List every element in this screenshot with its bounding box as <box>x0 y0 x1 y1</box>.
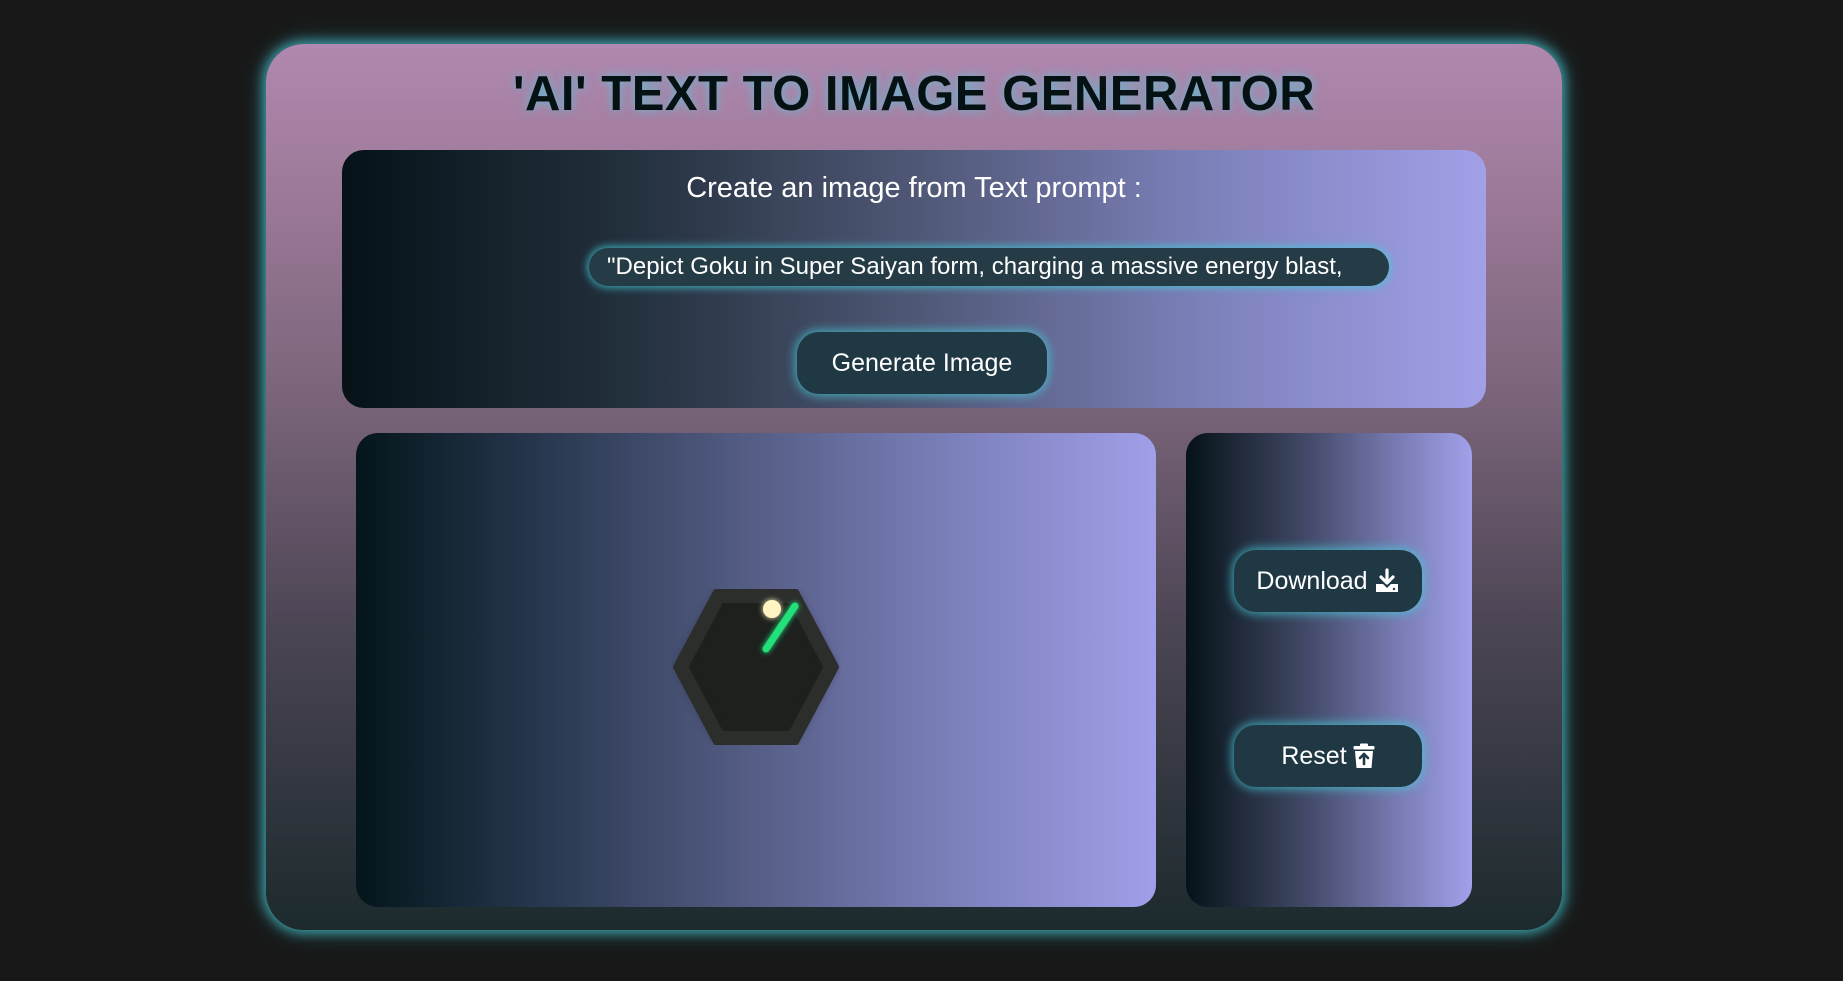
reset-button[interactable]: Reset <box>1234 725 1422 787</box>
download-label: Download <box>1256 566 1368 595</box>
image-display-panel <box>356 433 1156 907</box>
hexagon-loader-icon <box>673 589 839 745</box>
download-icon <box>1375 568 1398 592</box>
prompt-panel: Create an image from Text prompt : Gener… <box>342 150 1486 408</box>
reset-label: Reset <box>1281 741 1347 770</box>
actions-panel: Download Reset <box>1186 433 1472 907</box>
generate-image-label: Generate Image <box>831 348 1013 377</box>
prompt-heading: Create an image from Text prompt : <box>686 172 1142 204</box>
generate-image-button[interactable]: Generate Image <box>797 332 1047 394</box>
app-container: 'AI' TEXT TO IMAGE GENERATOR Create an i… <box>266 44 1562 930</box>
page-title: 'AI' TEXT TO IMAGE GENERATOR <box>512 67 1316 121</box>
prompt-input[interactable] <box>589 248 1389 286</box>
download-button[interactable]: Download <box>1234 550 1422 612</box>
trash-icon <box>1353 743 1375 768</box>
